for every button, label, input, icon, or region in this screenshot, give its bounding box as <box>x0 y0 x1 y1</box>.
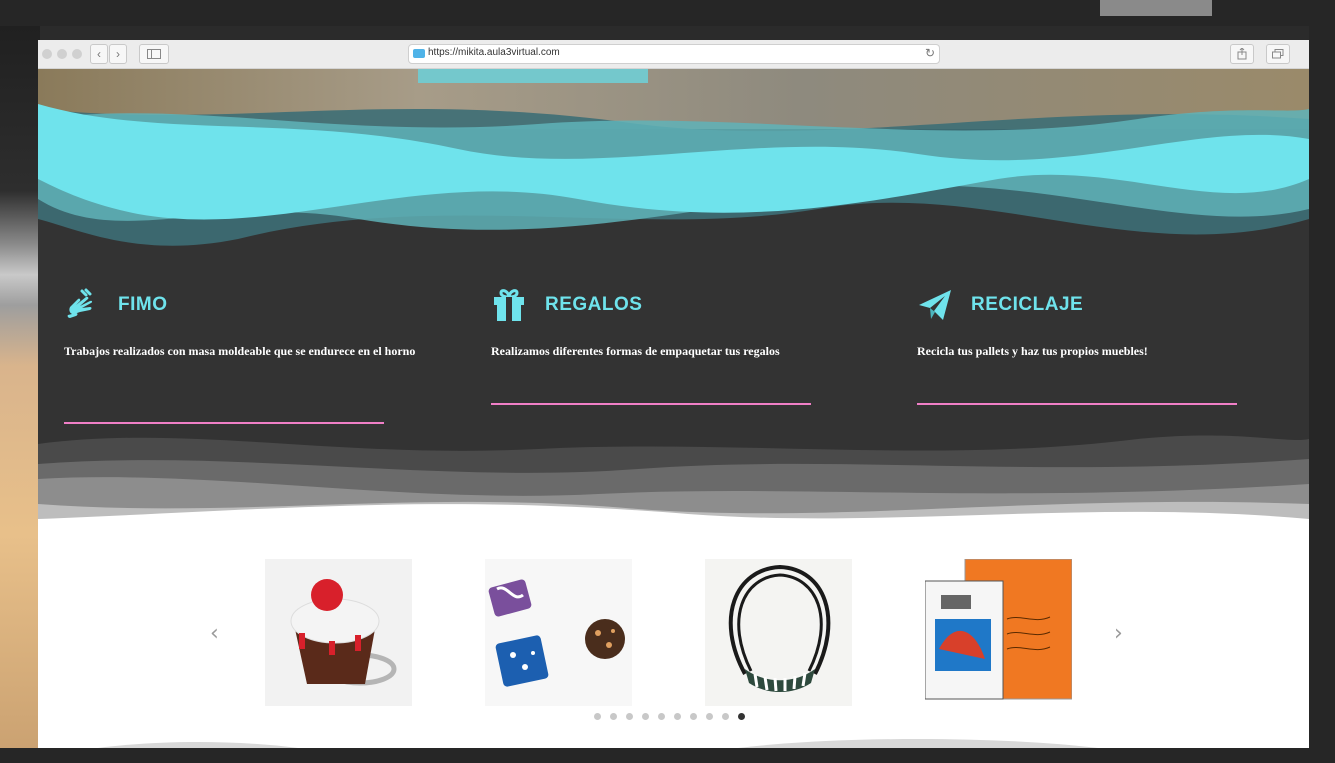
feature-regalos: REGALOS Realizamos diferentes formas de … <box>491 287 821 405</box>
feature-title: FIMO <box>118 294 168 315</box>
carousel-prev-button[interactable]: ‹ <box>210 621 219 646</box>
address-bar[interactable]: https://mikita.aula3virtual.com ↻ <box>408 44 940 64</box>
product-carousel: ‹ › <box>38 529 1309 748</box>
reload-icon[interactable]: ↻ <box>925 46 935 60</box>
carousel-dot[interactable] <box>674 713 681 720</box>
address-url: https://mikita.aula3virtual.com <box>428 47 560 58</box>
cupcake-ring-image[interactable] <box>265 559 412 706</box>
tabs-button[interactable] <box>1266 44 1290 64</box>
feature-description: Recicla tus pallets y haz tus propios mu… <box>917 344 1148 358</box>
carousel-dot[interactable] <box>706 713 713 720</box>
feature-title: REGALOS <box>545 294 643 315</box>
forward-button[interactable]: › <box>109 44 127 64</box>
feature-reciclaje: RECICLAJE Recicla tus pallets y haz tus … <box>917 287 1247 405</box>
carousel-dot[interactable] <box>658 713 665 720</box>
feature-divider <box>917 403 1237 405</box>
sidebar-icon <box>147 49 161 59</box>
features-section: FIMO Trabajos realizados con masa moldea… <box>38 69 1309 534</box>
desktop-background-bottom <box>0 748 1335 763</box>
bottom-wave-decoration <box>38 435 1309 534</box>
minimize-window-button[interactable] <box>57 49 67 59</box>
footer-wave-decoration <box>98 739 1098 748</box>
floppy-disk-notebook-image[interactable] <box>925 559 1072 706</box>
top-wave-decoration <box>38 69 1309 246</box>
share-button[interactable] <box>1230 44 1254 64</box>
patterned-rings-image[interactable] <box>485 559 632 706</box>
browser-toolbar: ‹ › https://mikita.aula3virtual.com ↻ <box>38 40 1309 69</box>
gift-icon <box>494 289 524 321</box>
feature-fimo: FIMO Trabajos realizados con masa moldea… <box>64 287 415 424</box>
zoom-window-button[interactable] <box>72 49 82 59</box>
carousel-dot[interactable] <box>626 713 633 720</box>
carousel-dot[interactable] <box>594 713 601 720</box>
tabs-icon <box>1272 49 1284 59</box>
close-window-button[interactable] <box>42 49 52 59</box>
desktop-background-top <box>0 0 1335 26</box>
sign-language-hands-icon <box>67 288 93 318</box>
browser-window: ‹ › https://mikita.aula3virtual.com ↻ FI… <box>38 40 1309 748</box>
desktop-background-right <box>1309 0 1335 763</box>
striped-necklace-image[interactable] <box>705 559 852 706</box>
desktop-background-left <box>0 0 40 763</box>
paper-plane-icon <box>919 290 951 320</box>
share-icon <box>1237 47 1247 60</box>
feature-title: RECICLAJE <box>971 294 1084 315</box>
sidebar-toggle-button[interactable] <box>139 44 169 64</box>
site-favicon-icon <box>413 49 425 58</box>
feature-divider <box>491 403 811 405</box>
carousel-dot[interactable] <box>642 713 649 720</box>
carousel-dot-active[interactable] <box>738 713 745 720</box>
chevron-right-icon: › <box>116 47 120 61</box>
carousel-next-button[interactable]: › <box>1114 621 1123 646</box>
carousel-dot[interactable] <box>610 713 617 720</box>
web-page: FIMO Trabajos realizados con masa moldea… <box>38 69 1309 748</box>
chevron-left-icon: ‹ <box>97 47 101 61</box>
feature-description: Trabajos realizados con masa moldeable q… <box>64 344 416 358</box>
carousel-dot[interactable] <box>690 713 697 720</box>
feature-description: Realizamos diferentes formas de empaquet… <box>491 344 780 358</box>
carousel-pagination <box>594 713 745 720</box>
back-button[interactable]: ‹ <box>90 44 108 64</box>
carousel-dot[interactable] <box>722 713 729 720</box>
